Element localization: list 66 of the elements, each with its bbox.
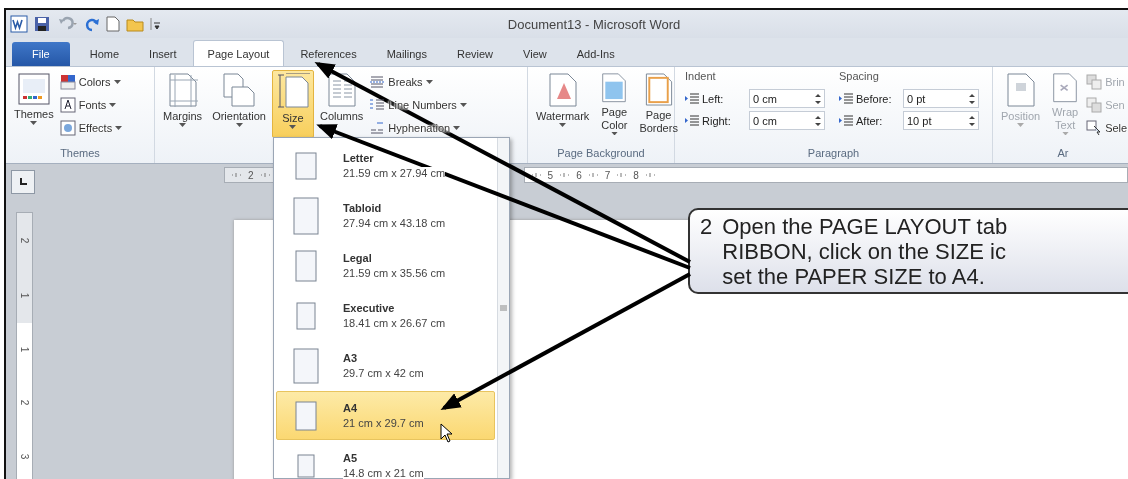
ribbon-button[interactable]: Page Borders (635, 70, 682, 138)
paper-name: A3 (343, 352, 358, 364)
ribbon-button[interactable]: Size (271, 70, 314, 138)
menu-item[interactable]: A3 29.7 cm x 42 cm (276, 341, 495, 390)
section-title: Spacing (839, 70, 880, 84)
paper-dimensions: 21 cm x 29.7 cm (343, 417, 424, 429)
menu-item[interactable]: A4 21 cm x 29.7 cm (276, 391, 495, 440)
ribbon-button[interactable]: Margins (159, 70, 207, 138)
window-title: Document13 - Microsoft Word (506, 16, 682, 32)
ribbon-button[interactable]: Sele (1086, 118, 1128, 137)
ruler-number: 5 (547, 169, 554, 181)
ribbon-tab[interactable]: Page Layout (192, 40, 285, 66)
spin-field[interactable]: 0 cm (749, 111, 825, 130)
ruler-number: 7 (604, 169, 611, 181)
section-title: Indent (685, 70, 717, 84)
menu-item[interactable]: Executive 18.41 cm x 26.67 cm (276, 291, 495, 340)
group-label: Page Background (557, 147, 645, 159)
paper-name: A5 (343, 452, 358, 464)
paper-dimensions: 14.8 cm x 21 cm (343, 467, 424, 479)
field-label: After: (856, 114, 884, 127)
ribbon-button[interactable]: Page Color (595, 70, 634, 138)
menu-item[interactable]: A5 14.8 cm x 21 cm (276, 441, 495, 479)
paper-dimensions: 21.59 cm x 35.56 cm (343, 267, 446, 279)
group-label: Paragraph (807, 147, 860, 159)
menu-item[interactable]: Tabloid 27.94 cm x 43.18 cm (276, 191, 495, 240)
group-label: Ar (1057, 147, 1069, 159)
ribbon-tab[interactable]: Review (443, 42, 508, 66)
callout-text: Open the PAGE LAYOUT tab RIBBON, click on the SIZE ic set the PAPER SIZE to A4. (722, 214, 1008, 289)
ribbon-tab[interactable]: Home (75, 42, 134, 66)
step-number: 2 (700, 214, 713, 239)
paper-name: Executive (343, 302, 395, 314)
ribbon-button[interactable]: Columns (315, 70, 368, 138)
menu-item[interactable]: Legal 21.59 cm x 35.56 cm (276, 241, 495, 290)
vertical-ruler: 2 1 1 2 3 (16, 212, 33, 479)
paper-name: Letter (343, 152, 374, 164)
ruler-number: 8 (633, 169, 639, 181)
menu-item[interactable]: Letter 21.59 cm x 27.94 cm (276, 141, 495, 190)
ribbon-button[interactable]: Themes (10, 70, 58, 138)
ribbon-tab[interactable]: File (12, 42, 70, 66)
spin-field[interactable]: 10 pt (903, 111, 979, 130)
paper-name: Tabloid (343, 202, 382, 214)
ribbon-tab[interactable]: Mailings (372, 42, 441, 66)
spin-field[interactable]: 0 pt (903, 89, 979, 108)
paper-dimensions: 21.59 cm x 27.94 cm (343, 167, 446, 179)
ribbon-tab[interactable]: Insert (135, 42, 191, 66)
spin-field[interactable]: 0 cm (749, 89, 825, 108)
paper-name: A4 (343, 402, 358, 414)
ribbon-tab[interactable]: View (509, 42, 561, 66)
field-label: Right: (702, 114, 732, 127)
paper-dimensions: 29.7 cm x 42 cm (343, 367, 424, 379)
ruler-number: 2 (248, 169, 254, 181)
ribbon-button[interactable]: Fonts (59, 95, 123, 114)
ribbon-button[interactable]: Orientation (208, 70, 270, 138)
ribbon-button[interactable]: Watermark (532, 70, 594, 138)
ribbon-button[interactable]: Breaks (369, 72, 467, 91)
ribbon-button[interactable]: Colors (59, 72, 123, 91)
ribbon-tab[interactable]: Add-Ins (562, 42, 629, 66)
ribbon-tab[interactable]: References (286, 42, 371, 66)
paper-name: Legal (343, 252, 372, 264)
field-label: Before: (856, 92, 893, 105)
paper-dimensions: 18.41 cm x 26.67 cm (343, 317, 446, 329)
field-label: Left: (702, 92, 725, 105)
ruler-number: 6 (576, 169, 582, 181)
ribbon-button[interactable]: Effects (59, 118, 123, 137)
group-label: Themes (60, 147, 100, 159)
paper-dimensions: 27.94 cm x 43.18 cm (343, 217, 446, 229)
